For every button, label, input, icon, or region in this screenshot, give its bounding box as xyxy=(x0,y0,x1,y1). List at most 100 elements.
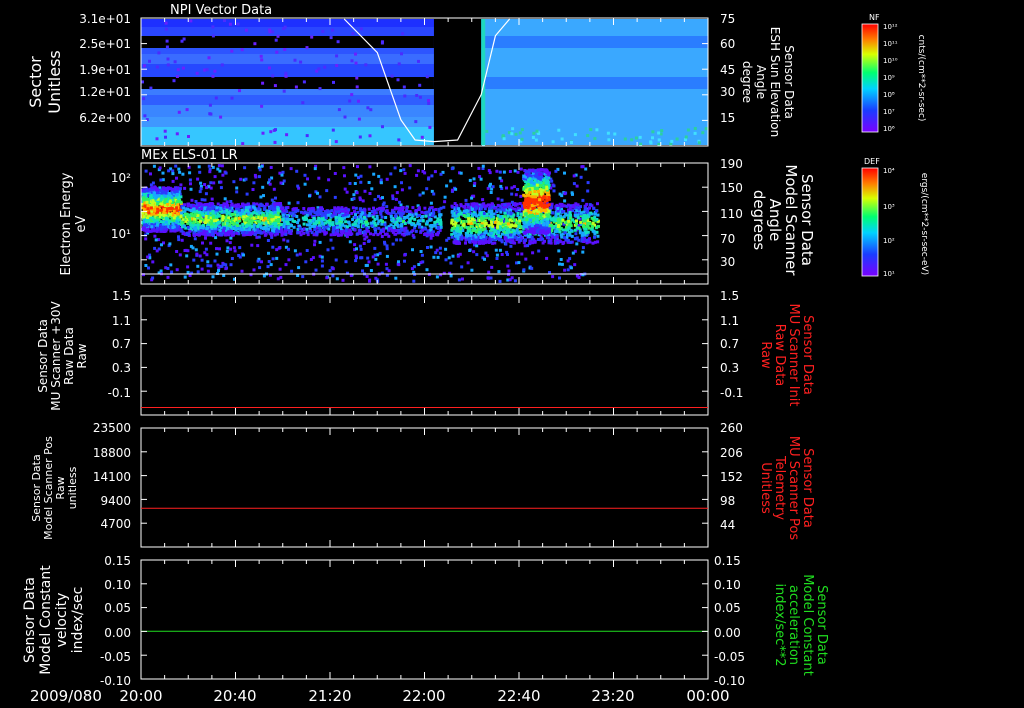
els-pixel xyxy=(164,194,168,198)
els-pixel xyxy=(473,181,477,185)
els-pixel xyxy=(391,194,395,198)
els-pixel xyxy=(158,223,162,227)
els-pixel xyxy=(464,198,468,202)
els-pixel xyxy=(257,235,261,239)
els-pixel xyxy=(196,264,200,268)
els-pixel xyxy=(524,257,528,261)
npi-pixel xyxy=(261,131,265,135)
els-pixel xyxy=(249,208,253,212)
els-pixel xyxy=(449,274,453,278)
els-pixel xyxy=(199,225,203,229)
els-pixel xyxy=(567,219,571,223)
els-pixel xyxy=(389,223,393,227)
els-pixel xyxy=(144,237,148,241)
els-pixel xyxy=(192,258,196,262)
els-pixel xyxy=(410,223,414,227)
els-pixel xyxy=(500,253,504,256)
els-pixel xyxy=(353,216,357,219)
els-pixel xyxy=(286,239,290,243)
els-pixel xyxy=(451,254,455,258)
els-pixel xyxy=(464,241,467,245)
els-pixel xyxy=(155,221,159,225)
els-pixel xyxy=(296,209,300,213)
els-pixel xyxy=(493,206,497,210)
npi-pixel xyxy=(268,28,272,32)
els-pixel xyxy=(413,217,417,221)
npi-pixel xyxy=(172,79,176,83)
npi-pixel xyxy=(177,110,181,114)
els-pixel xyxy=(193,237,197,241)
els-pixel xyxy=(550,218,554,222)
els-pixel xyxy=(590,216,594,220)
npi-pixel xyxy=(236,22,240,26)
els-pixel xyxy=(545,256,549,260)
els-pixel xyxy=(505,219,509,222)
els-pixel xyxy=(425,221,429,225)
npi-pixel xyxy=(337,108,341,112)
els-pixel xyxy=(593,212,597,216)
npi-row-left xyxy=(141,54,434,64)
npi-pixel xyxy=(283,48,287,51)
els-pixel xyxy=(513,202,517,206)
els-pixel xyxy=(205,253,209,257)
els-pixel xyxy=(456,226,460,230)
els-pixel xyxy=(496,197,500,201)
els-pixel xyxy=(335,277,339,281)
els-pixel xyxy=(397,263,401,267)
npi-pixel xyxy=(285,133,289,137)
els-pixel xyxy=(283,222,287,226)
els-pixel xyxy=(429,218,433,222)
npi-pixel xyxy=(686,128,690,132)
els-pixel xyxy=(514,193,518,197)
els-pixel xyxy=(251,188,255,191)
els-pixel xyxy=(369,232,372,236)
npi-pixel xyxy=(189,19,193,23)
els-pixel xyxy=(354,206,358,210)
els-pixel xyxy=(558,262,561,266)
els-pixel xyxy=(506,222,510,226)
els-pixel xyxy=(320,217,324,221)
els-pixel xyxy=(580,165,584,169)
els-pixel xyxy=(258,230,262,234)
els-pixel xyxy=(173,229,177,233)
els-pixel xyxy=(282,238,286,242)
els-pixel xyxy=(499,210,503,214)
els-pixel xyxy=(516,212,520,215)
npi-pixel xyxy=(166,63,170,67)
npi-pixel xyxy=(163,129,167,133)
els-pixel xyxy=(406,214,410,218)
els-pixel xyxy=(325,276,329,280)
npi-row-right xyxy=(481,117,708,127)
els-pixel xyxy=(315,232,319,236)
els-pixel xyxy=(155,229,159,233)
els-pixel xyxy=(249,214,253,218)
els-pixel xyxy=(575,184,579,188)
els-pixel xyxy=(394,197,398,201)
els-pixel xyxy=(555,229,559,233)
npi-pixel xyxy=(531,136,535,139)
els-pixel xyxy=(379,231,382,235)
els-pixel xyxy=(450,235,454,239)
els-pixel xyxy=(166,186,170,190)
els-pixel xyxy=(385,205,389,209)
els-pixel xyxy=(433,215,437,219)
els-pixel xyxy=(470,217,474,221)
els-pixel xyxy=(385,177,389,181)
els-pixel xyxy=(164,220,168,224)
els-pixel xyxy=(353,182,357,185)
els-pixel xyxy=(408,219,412,223)
els-pixel xyxy=(176,203,180,207)
els-pixel xyxy=(569,216,573,220)
els-pixel xyxy=(596,213,600,217)
els-pixel xyxy=(350,232,354,236)
els-pixel xyxy=(514,224,518,228)
els-pixel xyxy=(187,232,191,236)
els-pixel xyxy=(432,192,436,196)
els-pixel xyxy=(581,219,585,223)
els-pixel xyxy=(564,212,568,216)
els-pixel xyxy=(343,187,347,191)
els-pixel xyxy=(400,188,404,192)
els-pixel xyxy=(479,177,483,181)
els-pixel xyxy=(168,242,172,246)
els-pixel xyxy=(431,234,435,237)
